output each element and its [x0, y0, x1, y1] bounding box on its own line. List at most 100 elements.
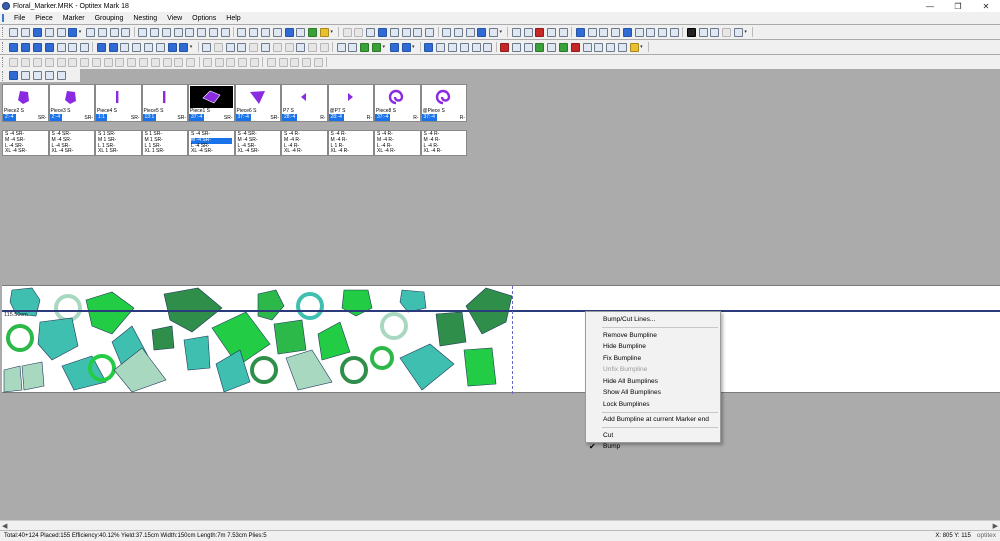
dropdown-arrow-icon[interactable]: ▾ — [499, 28, 503, 36]
marker-piece[interactable] — [85, 291, 135, 335]
tool-icon-tb1-24[interactable] — [272, 27, 282, 37]
tool-icon-tb1-35[interactable] — [389, 27, 399, 37]
tool-icon-tb1-16[interactable] — [185, 27, 195, 37]
marker-piece[interactable] — [399, 289, 427, 313]
size-row[interactable]: XL -4 R- — [284, 149, 325, 155]
tool-icon-tb1-14[interactable] — [161, 27, 171, 37]
marker-end-line[interactable] — [512, 286, 513, 394]
tool-icon-tb1-2[interactable] — [32, 27, 42, 37]
tool-icon-tb3-12[interactable] — [150, 57, 160, 67]
tool-icon-tb1-65[interactable] — [710, 27, 720, 37]
tool-icon-tb1-44[interactable] — [489, 27, 499, 37]
tool-icon-tb2-57[interactable] — [629, 42, 639, 52]
size-row[interactable]: XL 1 SR- — [98, 149, 139, 155]
tool-icon-tb1-26[interactable] — [296, 27, 306, 37]
tool-icon-tb1-18[interactable] — [208, 27, 218, 37]
tool-icon-tb1-61[interactable] — [670, 27, 680, 37]
marker-piece[interactable] — [61, 355, 107, 391]
marker-piece[interactable] — [6, 324, 34, 352]
tool-icon-tb2-26[interactable] — [296, 42, 306, 52]
tool-icon-tb2-22[interactable] — [249, 42, 259, 52]
size-row[interactable]: XL 1 SR- — [145, 149, 186, 155]
menu-view[interactable]: View — [163, 15, 186, 22]
tool-icon-tb2-42[interactable] — [459, 42, 469, 52]
dropdown-arrow-icon[interactable]: ▾ — [330, 28, 334, 36]
marker-piece[interactable] — [3, 365, 23, 393]
tool-icon-tb2-9[interactable] — [108, 42, 118, 52]
tool-icon-tb2-36[interactable] — [401, 42, 411, 52]
menu-nesting[interactable]: Nesting — [129, 15, 161, 22]
menu-item-cut[interactable]: Cut — [586, 430, 720, 442]
tool-icon-tb2-24[interactable] — [272, 42, 282, 52]
tool-icon-tb1-53[interactable] — [575, 27, 585, 37]
menu-item-remove-bumpline[interactable]: Remove Bumpline — [586, 330, 720, 342]
tool-icon-tb1-50[interactable] — [547, 27, 557, 37]
tool-icon-tb2-27[interactable] — [308, 42, 318, 52]
tool-icon-tb2-50[interactable] — [547, 42, 557, 52]
tool-icon-tb1-40[interactable] — [441, 27, 451, 37]
tool-icon-tb1-31[interactable] — [342, 27, 352, 37]
piece-tile[interactable]: Piece6 S 37:-4 SR- — [234, 84, 281, 122]
tool-icon-tb2-35[interactable] — [389, 42, 399, 52]
tool-icon-tb3-11[interactable] — [138, 57, 148, 67]
tool-icon-tb1-41[interactable] — [453, 27, 463, 37]
tool-icon-tb3-17[interactable] — [202, 57, 212, 67]
marker-piece[interactable] — [463, 347, 497, 387]
tool-icon-tb1-12[interactable] — [138, 27, 148, 37]
marker-piece[interactable] — [151, 325, 175, 351]
size-row[interactable]: XL -4 R- — [331, 149, 372, 155]
tool-icon-tb2-5[interactable] — [68, 42, 78, 52]
tool-icon-tb2-51[interactable] — [558, 42, 568, 52]
menu-item-add-bumpline-at-current-marker-end[interactable]: Add Bumpline at current Marker end — [586, 414, 720, 426]
marker-piece[interactable] — [370, 346, 394, 370]
tool-icon-tb1-38[interactable] — [425, 27, 435, 37]
piece-tile[interactable]: @P7 S 28:-4 R- — [327, 84, 374, 122]
marker-pieces-layer[interactable] — [2, 286, 1000, 394]
tool-icon-tb1-32[interactable] — [354, 27, 364, 37]
tool-icon-tb1-8[interactable] — [97, 27, 107, 37]
tool-icon-tb3-6[interactable] — [80, 57, 90, 67]
tool-icon-tb1-0[interactable] — [9, 27, 19, 37]
tool-icon-tb1-25[interactable] — [284, 27, 294, 37]
menu-grouping[interactable]: Grouping — [91, 15, 128, 22]
tool-icon-tb1-43[interactable] — [477, 27, 487, 37]
horizontal-scrollbar[interactable]: ◀ ▶ — [0, 520, 1000, 530]
marker-piece[interactable] — [257, 289, 285, 321]
tool-icon-tb3-13[interactable] — [162, 57, 172, 67]
tool-icon-tb4-2[interactable] — [32, 71, 42, 80]
tool-icon-tb4-3[interactable] — [44, 71, 54, 80]
tool-icon-tb4-4[interactable] — [56, 71, 66, 80]
marker-piece[interactable] — [21, 361, 45, 391]
tool-icon-tb1-51[interactable] — [558, 27, 568, 37]
menu-piece[interactable]: Piece — [31, 15, 57, 22]
menu-item-hide-all-bumplines[interactable]: Hide All Bumplines — [586, 376, 720, 388]
tool-icon-tb1-66[interactable] — [722, 27, 732, 37]
marker-piece[interactable] — [250, 356, 278, 384]
tool-icon-tb4-0[interactable] — [9, 71, 19, 80]
tool-icon-tb1-36[interactable] — [401, 27, 411, 37]
marker-canvas[interactable]: 115.50cm — [2, 285, 1000, 394]
tool-icon-tb3-2[interactable] — [32, 57, 42, 67]
tool-icon-tb2-3[interactable] — [44, 42, 54, 52]
tool-icon-tb2-14[interactable] — [167, 42, 177, 52]
tool-icon-tb3-23[interactable] — [266, 57, 276, 67]
tool-icon-tb1-57[interactable] — [622, 27, 632, 37]
tool-icon-tb2-49[interactable] — [535, 42, 545, 52]
size-box[interactable]: S -4 R- M -4 R- L -4 R- XL -4 R- — [420, 130, 467, 156]
tool-icon-tb3-15[interactable] — [186, 57, 196, 67]
dropdown-arrow-icon[interactable]: ▾ — [640, 43, 644, 51]
size-box[interactable]: S -4 SR- M -4 SR- L -4 SR- XL -4 SR- — [48, 130, 95, 156]
dropdown-arrow-icon[interactable]: ▾ — [79, 28, 83, 36]
size-row[interactable]: XL -4 SR- — [191, 149, 232, 155]
tool-icon-tb1-23[interactable] — [261, 27, 271, 37]
tool-icon-tb4-1[interactable] — [21, 71, 31, 80]
tool-icon-tb2-56[interactable] — [617, 42, 627, 52]
scroll-left-icon[interactable]: ◀ — [2, 522, 7, 530]
size-box[interactable]: S 1 SR- M 1 SR- L 1 SR- XL 1 SR- — [95, 130, 142, 156]
menu-marker[interactable]: Marker — [59, 15, 89, 22]
tool-icon-tb2-41[interactable] — [447, 42, 457, 52]
tool-icon-tb3-25[interactable] — [290, 57, 300, 67]
tool-icon-tb3-5[interactable] — [68, 57, 78, 67]
piece-tile[interactable]: Piece1 S 37:-4 SR- — [188, 84, 235, 122]
dropdown-arrow-icon[interactable]: ▾ — [412, 43, 416, 51]
